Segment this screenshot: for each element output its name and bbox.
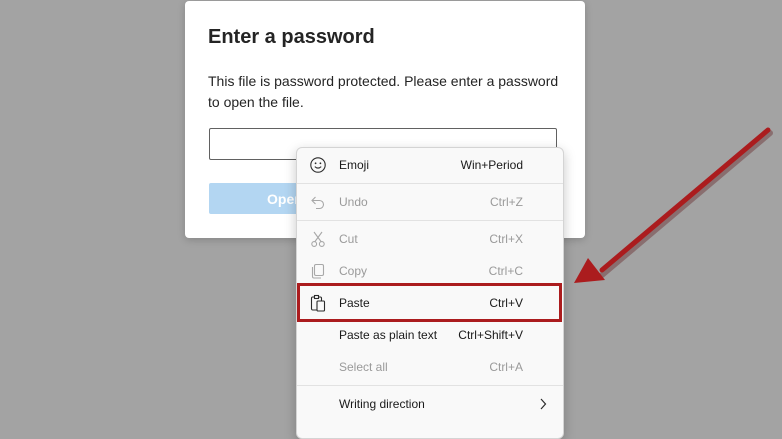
annotation-arrow-icon xyxy=(574,127,773,283)
